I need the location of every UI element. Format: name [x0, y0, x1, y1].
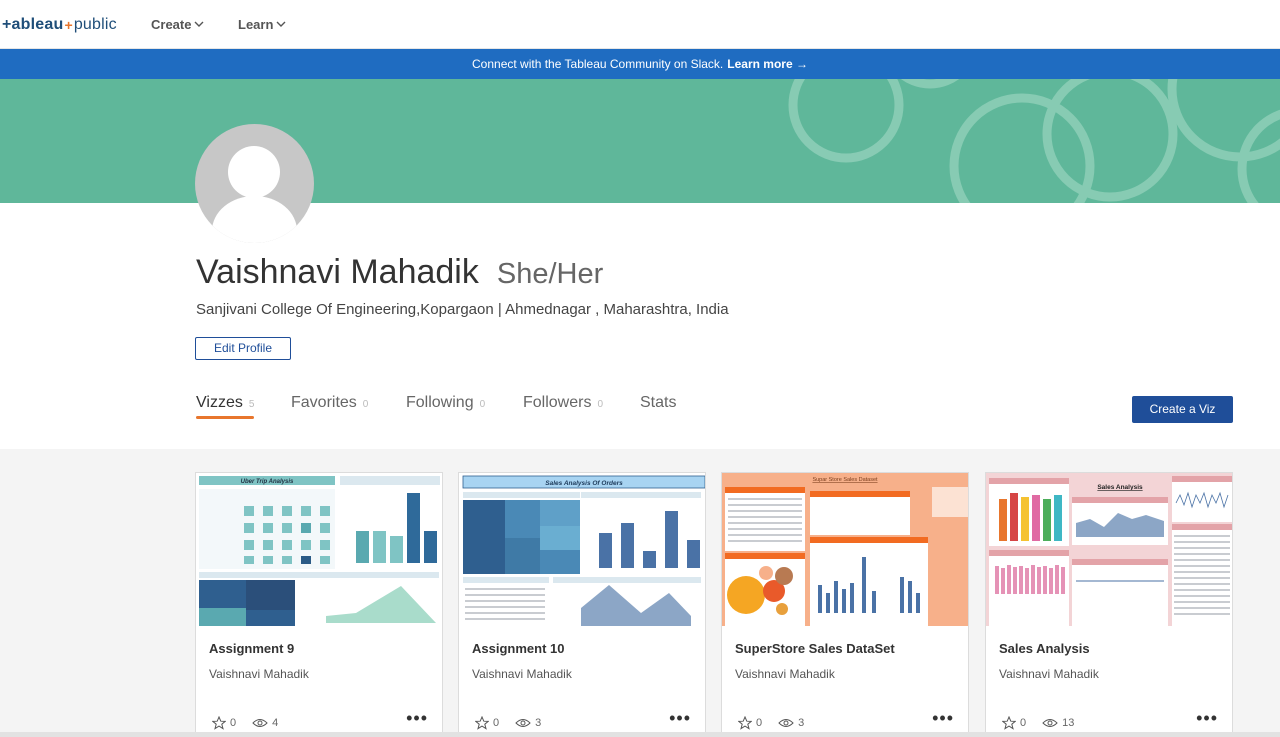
banner-text: Connect with the Tableau Community on Sl…: [472, 57, 724, 71]
viz-card-author[interactable]: Vaishnavi Mahadik: [735, 667, 835, 681]
viz-thumbnail-graphic: Sales Analysis Of Orders: [459, 473, 705, 626]
viz-card[interactable]: Sales Analysis Of Orders Assignment 10 V…: [458, 472, 706, 737]
views-count: 3: [798, 717, 805, 729]
eye-icon: [515, 719, 531, 727]
chevron-down-icon: [276, 21, 286, 27]
more-options-icon[interactable]: •••: [1196, 709, 1218, 727]
star-icon[interactable]: [738, 716, 752, 730]
favorites-count: 0: [230, 717, 237, 729]
slack-banner: Connect with the Tableau Community on Sl…: [0, 49, 1280, 79]
viz-thumbnail[interactable]: Sales Analysis: [986, 473, 1232, 626]
viz-card-title[interactable]: SuperStore Sales DataSet: [735, 641, 895, 656]
favorites-count: 0: [756, 717, 763, 729]
logo-text-public: public: [73, 16, 117, 33]
top-navigation: +ableau + public Create Learn: [0, 0, 1280, 49]
profile-name-row: Vaishnavi Mahadik She/Her: [196, 253, 603, 292]
favorites-count: 0: [493, 717, 500, 729]
tab-following[interactable]: Following 0: [406, 394, 485, 412]
tab-followers[interactable]: Followers 0: [523, 394, 603, 412]
create-viz-button[interactable]: Create a Viz: [1132, 396, 1233, 423]
logo-plus: +: [64, 17, 73, 33]
views-count: 3: [535, 717, 542, 729]
tab-favorites-label: Favorites: [291, 394, 357, 411]
more-options-icon[interactable]: •••: [669, 709, 691, 727]
viz-card-stats: 0 4: [212, 716, 278, 730]
viz-card-title[interactable]: Assignment 10: [472, 641, 564, 656]
edit-profile-button[interactable]: Edit Profile: [195, 337, 291, 360]
avatar-body: [212, 196, 297, 243]
favorites-count: 0: [1020, 717, 1027, 729]
logo-text-tableau: +ableau: [2, 16, 64, 33]
more-options-icon[interactable]: •••: [406, 709, 428, 727]
viz-card-stats: 0 3: [738, 716, 804, 730]
tab-stats[interactable]: Stats: [640, 394, 676, 412]
profile-bio: Sanjivani College Of Engineering,Koparga…: [196, 301, 729, 318]
viz-thumbnail[interactable]: Supar Store Sales Dataset: [722, 473, 968, 626]
more-options-icon[interactable]: •••: [932, 709, 954, 727]
banner-learn-more-link[interactable]: Learn more →: [727, 57, 808, 71]
viz-card-author[interactable]: Vaishnavi Mahadik: [472, 667, 572, 681]
star-icon[interactable]: [212, 716, 226, 730]
viz-gallery: Uber Trip Analysis Assignment 9 Vaishnav…: [0, 449, 1280, 737]
thumb-title: Sales Analysis: [1097, 484, 1143, 491]
nav-learn-menu[interactable]: Learn: [238, 17, 286, 32]
tab-followers-count: 0: [597, 399, 604, 410]
nav-create-label: Create: [151, 17, 192, 32]
views-count: 4: [272, 717, 279, 729]
viz-thumbnail-graphic: Sales Analysis: [986, 473, 1232, 626]
viz-thumbnail[interactable]: Uber Trip Analysis: [196, 473, 442, 626]
tab-vizzes[interactable]: Vizzes 5: [196, 394, 255, 419]
eye-icon: [778, 719, 794, 727]
thumb-title: Uber Trip Analysis: [241, 479, 294, 485]
views-count: 13: [1062, 717, 1075, 729]
tab-favorites-count: 0: [362, 399, 369, 410]
tab-vizzes-label: Vizzes: [196, 394, 243, 411]
viz-thumbnail-graphic: Supar Store Sales Dataset: [722, 473, 968, 626]
nav-create-menu[interactable]: Create: [151, 17, 204, 32]
viz-card-stats: 0 3: [475, 716, 541, 730]
viz-card-author[interactable]: Vaishnavi Mahadik: [999, 667, 1099, 681]
profile-cover: [0, 79, 1280, 203]
viz-card-title[interactable]: Sales Analysis: [999, 641, 1090, 656]
viz-card[interactable]: Supar Store Sales Dataset SuperStore Sal…: [721, 472, 969, 737]
tab-following-label: Following: [406, 394, 474, 411]
tab-followers-label: Followers: [523, 394, 592, 411]
viz-card-stats: 0 13: [1002, 716, 1074, 730]
tab-favorites[interactable]: Favorites 0: [291, 394, 368, 412]
tableau-public-logo[interactable]: +ableau + public: [2, 14, 117, 36]
nav-learn-label: Learn: [238, 17, 274, 32]
viz-card-author[interactable]: Vaishnavi Mahadik: [209, 667, 309, 681]
viz-card[interactable]: Uber Trip Analysis Assignment 9 Vaishnav…: [195, 472, 443, 737]
chevron-down-icon: [194, 21, 204, 27]
star-icon[interactable]: [1002, 716, 1016, 730]
eye-icon: [252, 719, 268, 727]
tab-vizzes-count: 5: [248, 399, 255, 410]
avatar-head: [228, 146, 280, 198]
viz-thumbnail-graphic: Uber Trip Analysis: [196, 473, 442, 626]
window-bottom-edge: [0, 732, 1280, 737]
cover-circles-decoration: [788, 79, 1280, 203]
tab-stats-label: Stats: [640, 394, 677, 411]
eye-icon: [1042, 719, 1058, 727]
viz-card[interactable]: Sales Analysis Sales Analysis Vaishnavi …: [985, 472, 1233, 737]
profile-name: Vaishnavi Mahadik: [196, 253, 479, 291]
profile-pronouns: She/Her: [496, 258, 604, 290]
profile-avatar: [195, 124, 314, 243]
viz-card-title[interactable]: Assignment 9: [209, 641, 294, 656]
viz-thumbnail[interactable]: Sales Analysis Of Orders: [459, 473, 705, 626]
tab-following-count: 0: [479, 399, 486, 410]
thumb-title: Supar Store Sales Dataset: [812, 477, 878, 483]
star-icon[interactable]: [475, 716, 489, 730]
thumb-title: Sales Analysis Of Orders: [545, 480, 623, 487]
